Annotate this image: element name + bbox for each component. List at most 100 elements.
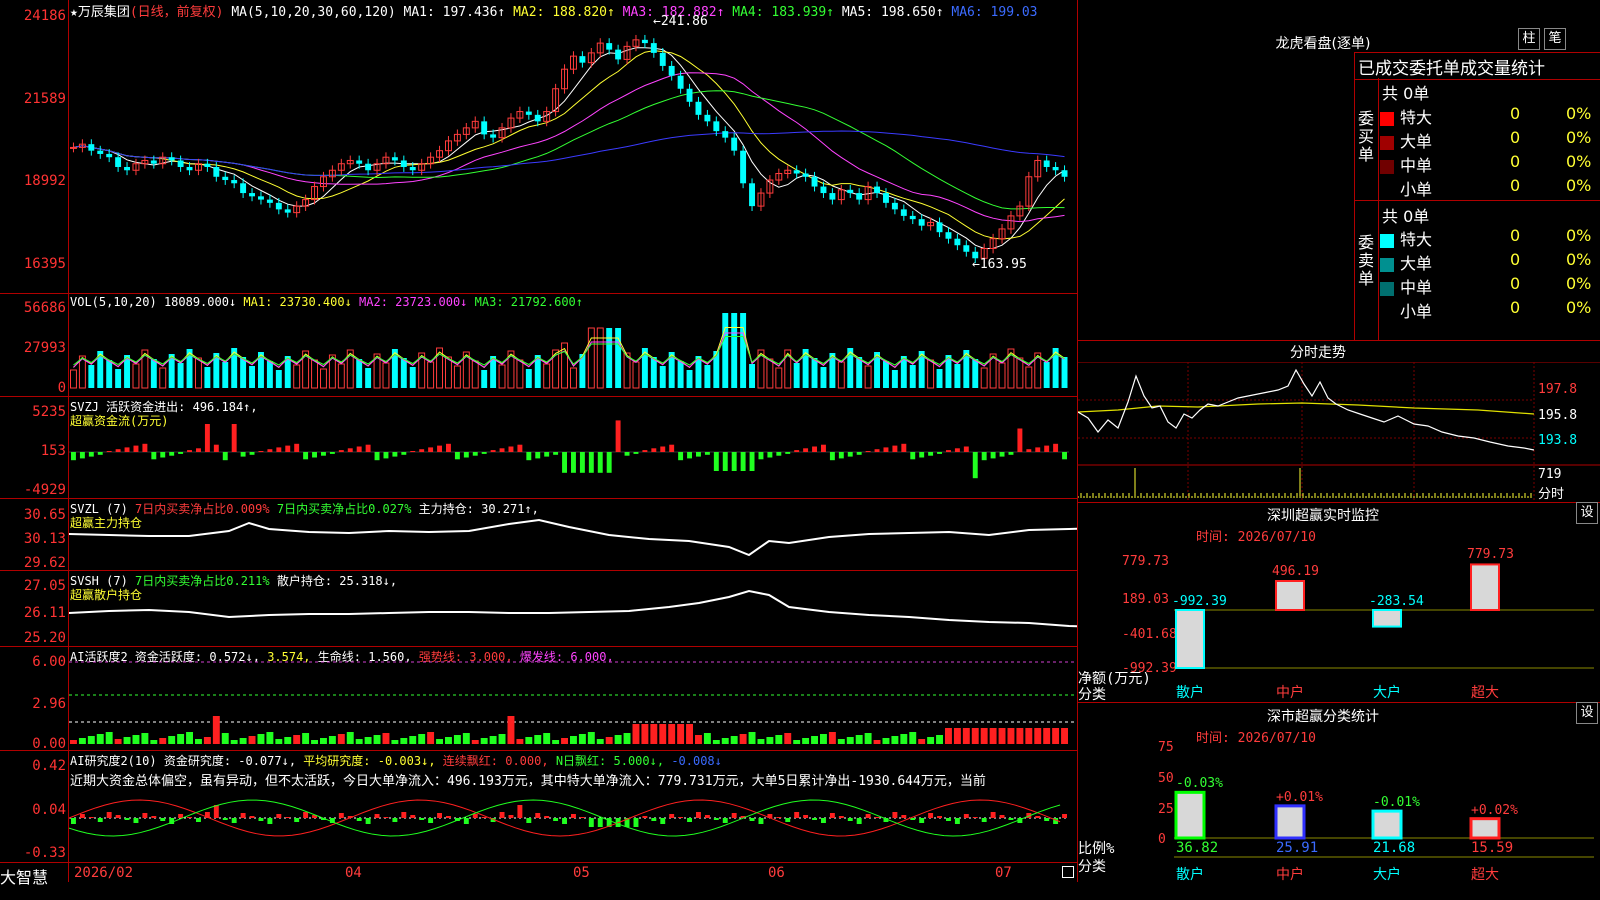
tick-view-button[interactable]: 笔 [1544, 28, 1566, 50]
volume-bar [980, 367, 988, 389]
ai1-bar [159, 738, 167, 744]
sz-settings-button[interactable]: 设 [1576, 502, 1598, 524]
svzj-bar-chart[interactable] [69, 410, 1077, 494]
ai2-label: AI研究度2(10) [70, 754, 157, 768]
ai2-bar [222, 818, 228, 820]
ai1-bar [632, 724, 640, 744]
candle-down [963, 245, 970, 252]
ai1-bar [275, 739, 283, 744]
intraday-chart[interactable] [1078, 362, 1600, 502]
ai2-t3: 连续飘红: 0.000, [442, 754, 549, 768]
ai2-header: AI研究度2(10) 资金研究度: -0.077↓, 平均研究度: -0.003… [70, 752, 722, 769]
ai2-bar [151, 816, 157, 818]
svzj-bar [803, 448, 809, 452]
ai2-bar [562, 818, 567, 824]
candle-down [168, 157, 175, 161]
ai2-bar [838, 816, 844, 818]
candle-down [659, 52, 666, 66]
svzj-bar [258, 451, 264, 452]
volume-bar [427, 361, 435, 389]
volume-bar [972, 359, 979, 388]
ai1-bar [105, 732, 113, 744]
volume-bar [498, 364, 506, 389]
svzl-line-chart[interactable] [69, 515, 1077, 565]
candle-down [534, 114, 541, 122]
svzj-bar [847, 452, 853, 457]
svzj-bar [892, 445, 898, 452]
buy-color-swatch [1380, 111, 1394, 126]
sz-bar-value: -992.39 [1172, 594, 1227, 609]
price-candlestick-chart[interactable] [69, 16, 1077, 292]
sz-monitor-chart[interactable] [1174, 540, 1594, 680]
ai2-bar [597, 818, 603, 827]
date-tick-1: 2026/02 [74, 865, 134, 881]
volume-bar-chart[interactable] [69, 306, 1077, 390]
volume-bar [115, 369, 122, 388]
volume-bar [954, 364, 961, 388]
cls-bar-change: +0.02% [1471, 802, 1518, 818]
buy-row-name: 小单 [1400, 180, 1433, 199]
svsh-line-chart[interactable] [69, 585, 1077, 643]
candle-down [918, 219, 925, 226]
ai2-bar [544, 816, 550, 818]
cls-bar-change: +0.01% [1276, 789, 1323, 805]
cls-settings-button[interactable]: 设 [1576, 702, 1598, 724]
column-view-button[interactable]: 柱 [1518, 28, 1540, 50]
svzj-bar [1035, 447, 1041, 452]
divider-svzl-svsh [0, 570, 1077, 571]
volume-bar [311, 359, 318, 389]
cls-bar-pct: 15.59 [1471, 840, 1514, 856]
ai1-bar [561, 738, 568, 744]
candle-down [1043, 160, 1050, 167]
price-tick-4: 16395 [23, 256, 66, 272]
ai1-bar [266, 732, 274, 744]
candle-down [177, 160, 184, 167]
divider-price-vol [0, 293, 1077, 294]
ai1-bar [311, 740, 318, 744]
ai1-bar [677, 724, 685, 744]
sz-tick-3: -401.68 [1122, 627, 1177, 642]
sz-top-border [1078, 502, 1600, 503]
high-price-value: 241.86 [660, 14, 708, 29]
volume-bar [159, 367, 167, 389]
cls-bar-pct: 21.68 [1373, 840, 1416, 856]
lock-icon[interactable] [1062, 866, 1074, 878]
high-price-note: ←241.86 [653, 14, 708, 29]
volume-bar [481, 370, 488, 388]
fs-unit: 分时 [1538, 487, 1565, 502]
volume-bar [516, 359, 524, 389]
candle-down [400, 160, 407, 167]
right-panel: 龙虎看盘(逐单) 柱 笔 已成交委托单成交量统计 委买单 委卖单 共 0单 共 … [1078, 0, 1600, 900]
ai1-bar [320, 738, 327, 744]
cls-category-label: 大户 [1373, 867, 1401, 883]
volume-bar [587, 327, 595, 389]
ai1-bar [864, 733, 872, 744]
ai2-bar [410, 815, 416, 818]
divider-svsh-ai1 [0, 646, 1077, 647]
svzj-bar [937, 452, 942, 454]
svzj-bar [508, 446, 514, 452]
volume-bar [70, 369, 77, 389]
ai1-bar [998, 728, 1006, 744]
ai2-bar-chart[interactable] [69, 790, 1077, 860]
candle-down [1052, 166, 1059, 171]
left-chart-area[interactable]: ★万辰集团(日线，前复权) MA(5,10,20,30,60,120) MA1:… [0, 0, 1078, 887]
candle-down [88, 144, 95, 151]
ai1-bar [936, 735, 943, 744]
ai1-bar-chart[interactable] [69, 660, 1077, 746]
candle-down [641, 39, 648, 44]
volume-bar [409, 367, 416, 388]
ai2-bar [1062, 814, 1067, 818]
volume-bar [811, 358, 818, 388]
candle-down [525, 111, 532, 115]
buy-color-swatch [1380, 135, 1394, 150]
ai2-bar [972, 817, 978, 818]
ai2-bar [374, 814, 380, 818]
cls-bar [1274, 804, 1306, 840]
svzj-bar [374, 452, 380, 461]
svzj-bar [821, 444, 826, 452]
svzj-bar [669, 444, 675, 452]
ai1-bar [489, 736, 497, 744]
vol-ma2-line [73, 332, 1065, 368]
ai1-bar [123, 737, 131, 744]
